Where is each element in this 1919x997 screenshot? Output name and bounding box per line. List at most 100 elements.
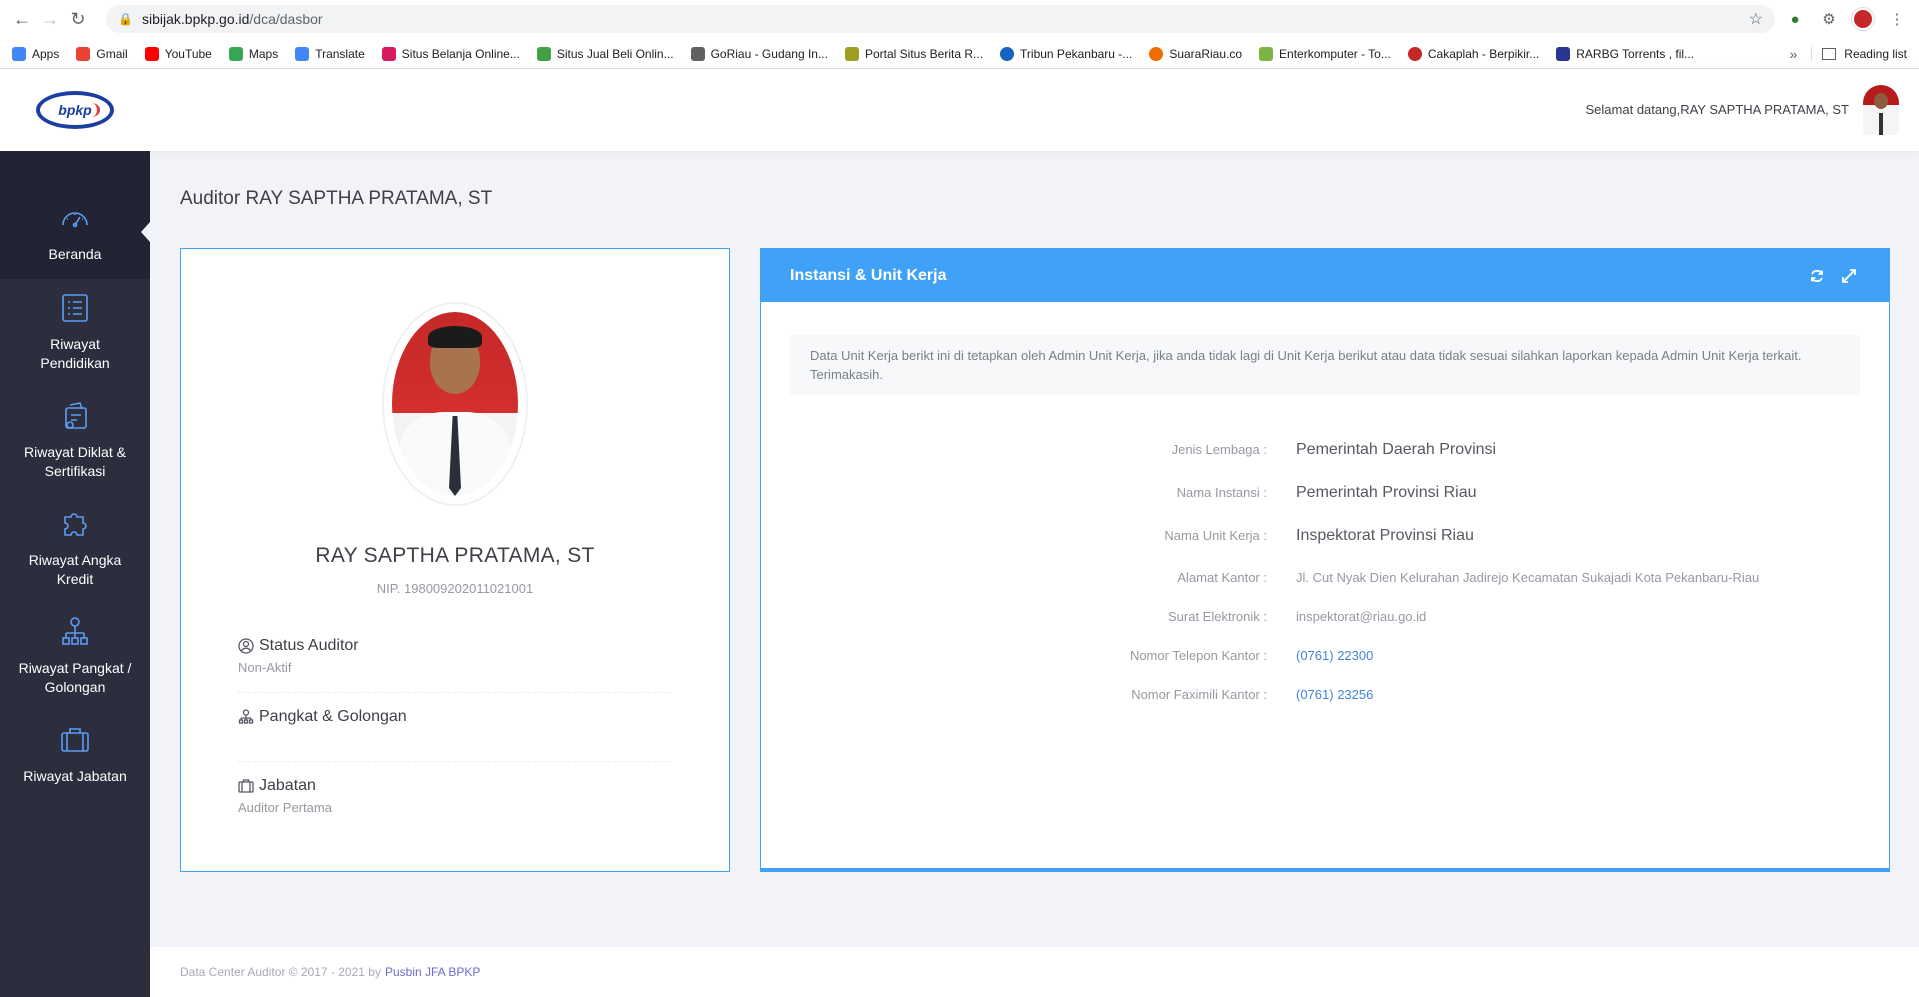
reload-icon[interactable]: ↻ <box>64 5 92 33</box>
bookmark-maps[interactable]: Maps <box>228 46 278 61</box>
bookmark-rarbg[interactable]: RARBG Torrents , fil... <box>1556 46 1695 61</box>
detail-value: Pemerintah Provinsi Riau <box>1296 484 1477 501</box>
detail-label: Alamat Kantor : <box>1177 570 1267 585</box>
bookmark-goriau[interactable]: GoRiau - Gudang In... <box>690 46 828 61</box>
bookmark-gmail[interactable]: Gmail <box>76 46 128 61</box>
puzzle-icon <box>58 507 92 541</box>
lock-icon: 🔒 <box>118 12 133 26</box>
detail-label: Jenis Lembaga : <box>1171 442 1267 457</box>
site-favicon-icon <box>690 46 705 61</box>
forward-icon[interactable]: → <box>36 5 64 33</box>
detail-label: Nama Unit Kerja : <box>1164 528 1267 543</box>
site-favicon-icon <box>844 46 859 61</box>
reading-list-button[interactable]: Reading list <box>1811 46 1907 61</box>
page-title: Auditor RAY SAPTHA PRATAMA, ST <box>180 188 493 209</box>
bookmark-label: Translate <box>315 46 365 61</box>
sidebar-item-label: Riwayat Pendidikan <box>40 336 110 371</box>
back-icon[interactable]: ← <box>8 5 36 33</box>
bookmark-label: Enterkomputer - To... <box>1279 46 1391 61</box>
bookmarks-overflow-icon[interactable]: » <box>1790 46 1798 62</box>
detail-label: Nomor Telepon Kantor : <box>1129 648 1267 663</box>
detail-value: Inspektorat Provinsi Riau <box>1296 527 1474 544</box>
site-favicon-icon <box>1259 46 1274 61</box>
site-favicon-icon <box>1000 46 1015 61</box>
bookmark-youtube[interactable]: YouTube <box>144 46 212 61</box>
bookmark-label: Apps <box>32 46 60 61</box>
puzzle-extensions-icon[interactable]: ⚙ <box>1815 5 1843 33</box>
welcome-text: Selamat datang,RAY SAPTHA PRATAMA, ST <box>1585 102 1849 117</box>
refresh-icon[interactable] <box>1806 265 1828 287</box>
fax-link[interactable]: (0761) 23256 <box>1296 687 1373 702</box>
translate-icon <box>295 46 310 61</box>
hierarchy-icon <box>238 709 254 725</box>
apps-grid-icon <box>12 46 26 61</box>
status-auditor-value: Non-Aktif <box>238 660 292 675</box>
url-path: /dca/dasbor <box>249 11 323 27</box>
youtube-icon <box>144 46 159 61</box>
user-avatar[interactable] <box>1863 85 1899 135</box>
certificate-icon <box>58 399 92 433</box>
bookmark-label: Situs Jual Beli Onlin... <box>556 46 674 61</box>
jabatan-block: Jabatan Auditor Pertama <box>238 777 671 815</box>
reading-list-label: Reading list <box>1844 46 1907 61</box>
profile-avatar[interactable] <box>1849 5 1877 33</box>
unit-kerja-title: Instansi & Unit Kerja <box>790 266 947 284</box>
logo-text: bpkp <box>58 102 92 118</box>
detail-value: inspektorat@riau.go.id <box>1296 609 1427 624</box>
detail-surat-elektronik: Surat Elektronik : inspektorat@riau.go.i… <box>761 609 1891 624</box>
telephone-link[interactable]: (0761) 22300 <box>1296 648 1373 663</box>
profile-name: RAY SAPTHA PRATAMA, ST <box>315 544 595 567</box>
bookmark-label: RARBG Torrents , fil... <box>1576 46 1695 61</box>
speedometer-icon <box>58 201 92 235</box>
bookmark-cakaplah[interactable]: Cakaplah - Berpikir... <box>1407 46 1539 61</box>
fullscreen-icon[interactable] <box>1838 265 1860 287</box>
bookmark-apps[interactable]: Apps <box>12 46 60 61</box>
bookmark-label: Tribun Pekanbaru -... <box>1020 46 1133 61</box>
bookmark-enterkomputer[interactable]: Enterkomputer - To... <box>1259 46 1391 61</box>
unit-kerja-header: Instansi & Unit Kerja <box>761 249 1889 302</box>
detail-value: Pemerintah Daerah Provinsi <box>1296 441 1497 458</box>
bookmark-jualbeli[interactable]: Situs Jual Beli Onlin... <box>536 46 674 61</box>
detail-nomor-telepon: Nomor Telepon Kantor : (0761) 22300 <box>761 648 1891 663</box>
sidebar-item-riwayat-pangkat[interactable]: Riwayat Pangkat / Golongan <box>0 615 150 715</box>
gmail-icon <box>76 46 91 61</box>
bookmark-star-icon[interactable]: ☆ <box>1749 9 1763 29</box>
detail-value: Jl. Cut Nyak Dien Kelurahan Jadirejo Kec… <box>1296 570 1760 585</box>
bpkp-logo: bpkp <box>36 91 114 129</box>
reading-list-icon <box>1822 47 1837 60</box>
briefcase-icon <box>58 723 92 757</box>
detail-label: Surat Elektronik : <box>1168 609 1267 624</box>
hierarchy-icon <box>58 615 92 649</box>
status-auditor-block: Status Auditor Non-Aktif <box>238 637 671 675</box>
bookmark-label: Portal Situs Berita R... <box>864 46 984 61</box>
sidebar-item-label: Riwayat Pangkat / Golongan <box>18 660 132 695</box>
sidebar-item-riwayat-jabatan[interactable]: Riwayat Jabatan <box>0 723 150 803</box>
bookmarks-bar: Apps Gmail YouTube Maps Translate Situs … <box>0 38 1919 69</box>
menu-dots-icon[interactable]: ⋮ <box>1883 5 1911 33</box>
footer-text: Data Center Auditor © 2017 - 2021 by <box>180 965 381 979</box>
bookmark-belanja[interactable]: Situs Belanja Online... <box>381 46 520 61</box>
detail-nama-unit-kerja: Nama Unit Kerja : Inspektorat Provinsi R… <box>761 527 1891 545</box>
extension-icon[interactable]: ● <box>1781 5 1809 33</box>
address-bar[interactable]: 🔒 sibijak.bpkp.go.id/dca/dasbor ☆ <box>106 5 1775 33</box>
bookmark-suarariau[interactable]: SuaraRiau.co <box>1149 46 1243 61</box>
sidebar-item-label: Riwayat Diklat & Sertifikasi <box>24 444 126 479</box>
bookmark-portal[interactable]: Portal Situs Berita R... <box>844 46 984 61</box>
sidebar-item-riwayat-angka-kredit[interactable]: Riwayat Angka Kredit <box>0 507 150 607</box>
sidebar-item-beranda[interactable]: Beranda <box>0 151 150 279</box>
sidebar-item-riwayat-diklat[interactable]: Riwayat Diklat & Sertifikasi <box>0 399 150 499</box>
bookmark-label: YouTube <box>164 46 212 61</box>
list-icon <box>58 291 92 325</box>
bookmark-translate[interactable]: Translate <box>295 46 365 61</box>
divider <box>238 692 671 693</box>
site-favicon-icon <box>1556 46 1571 61</box>
sidebar-item-riwayat-pendidikan[interactable]: Riwayat Pendidikan <box>0 291 150 391</box>
bookmark-label: SuaraRiau.co <box>1169 46 1243 61</box>
bookmark-tribun[interactable]: Tribun Pekanbaru -... <box>1000 46 1133 61</box>
footer-link[interactable]: Pusbin JFA BPKP <box>385 965 480 979</box>
profile-nip: NIP. 198009202011021001 <box>376 581 534 596</box>
detail-nomor-faximili: Nomor Faximili Kantor : (0761) 23256 <box>761 687 1891 702</box>
logo-link[interactable]: bpkp <box>0 69 150 151</box>
site-favicon-icon <box>1149 46 1164 61</box>
profile-photo <box>384 304 526 504</box>
